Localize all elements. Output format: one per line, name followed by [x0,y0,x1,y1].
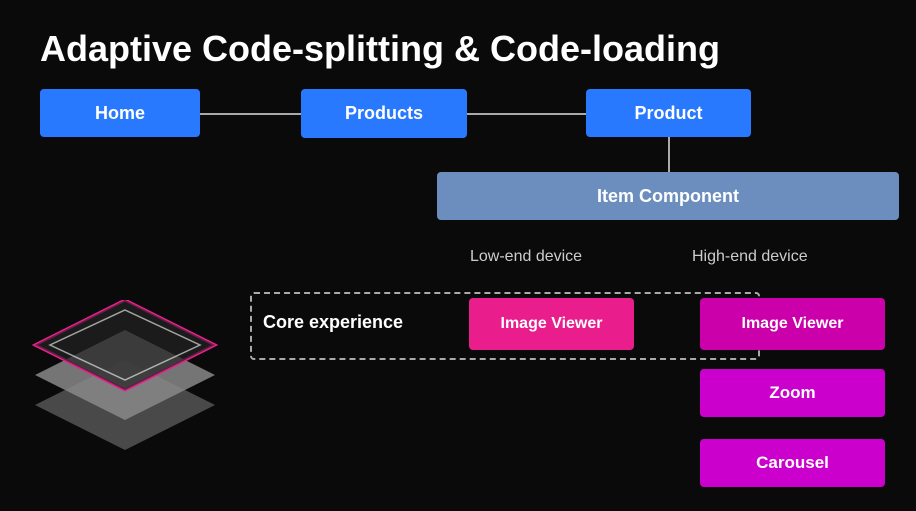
lowend-device-label: Low-end device [470,248,582,266]
route-product-label: Product [634,103,702,124]
connector-home-products [200,113,301,115]
zoom-label: Zoom [769,383,815,403]
highend-device-label: High-end device [692,248,808,266]
layers-icon [20,300,230,480]
core-experience-label: Core experience [263,312,403,333]
route-product-node: Product [586,89,751,137]
route-home-node: Home [40,89,200,137]
image-viewer-high-box: Image Viewer [700,298,885,350]
image-viewer-high-label: Image Viewer [742,315,844,333]
page-title: Adaptive Code-splitting & Code-loading [40,28,720,70]
connector-product-item [668,137,670,172]
item-component-label: Item Component [597,186,739,207]
connector-products-product [467,113,586,115]
carousel-box: Carousel [700,439,885,487]
route-products-label: Products [345,103,423,124]
image-viewer-low-box: Image Viewer [469,298,634,350]
image-viewer-low-label: Image Viewer [501,315,603,333]
route-home-label: Home [95,103,145,124]
carousel-label: Carousel [756,453,829,473]
route-products-node: Products [301,89,467,138]
item-component-node: Item Component [437,172,899,220]
zoom-box: Zoom [700,369,885,417]
